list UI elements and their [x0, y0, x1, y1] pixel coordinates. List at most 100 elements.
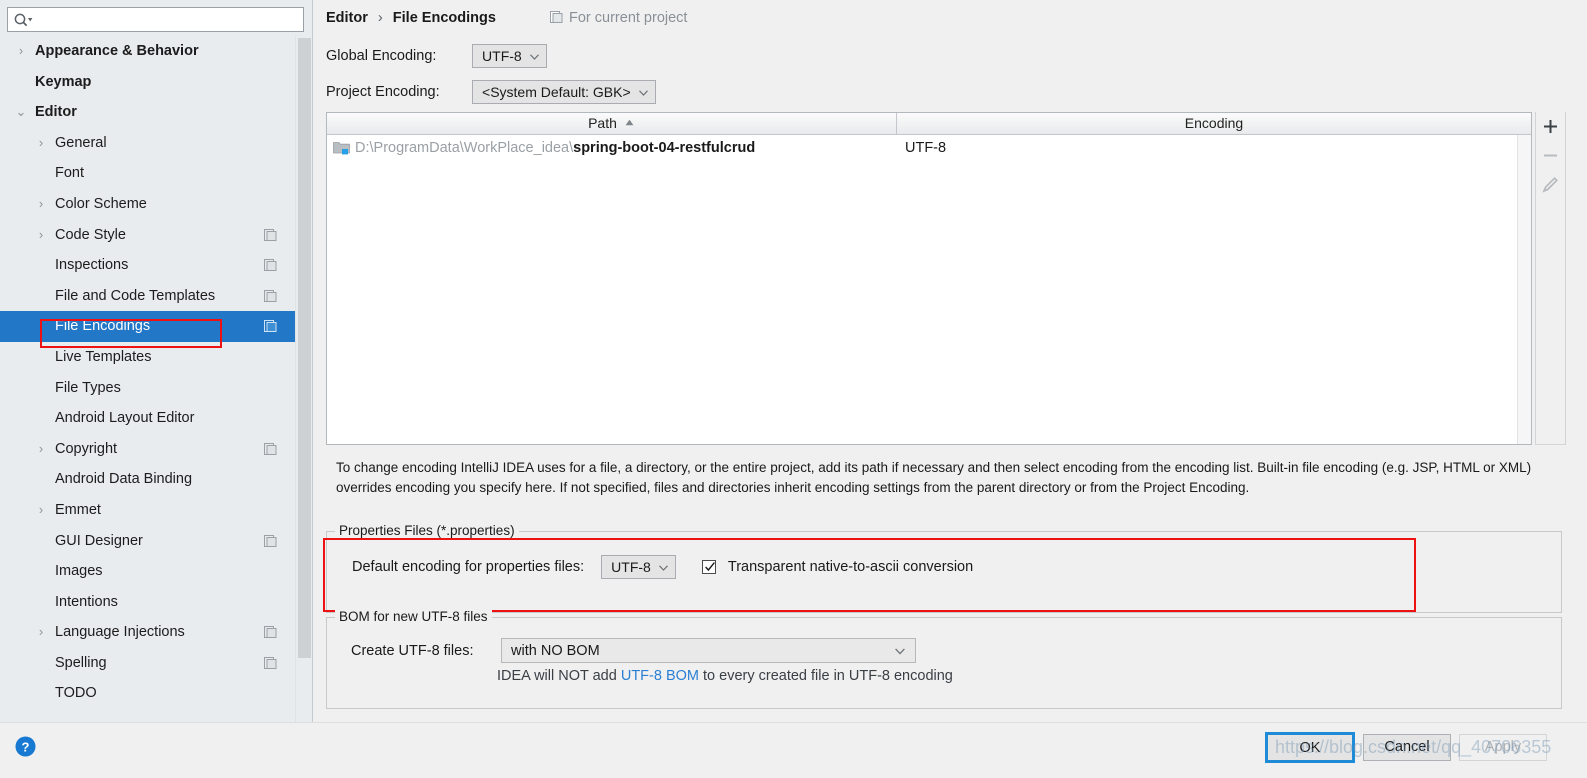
chevron-right-icon[interactable]: ›	[34, 220, 48, 251]
sheet-icon	[264, 289, 277, 302]
column-header-path[interactable]: Path	[327, 113, 895, 134]
column-header-path-label: Path	[588, 115, 617, 131]
sidebar-item-label: Font	[55, 165, 85, 182]
sidebar-item-todo[interactable]: TODO	[0, 678, 295, 709]
sidebar-item-label: Copyright	[55, 440, 118, 457]
table-header-row: Path Encoding	[327, 113, 1531, 135]
sidebar-item-label: File Types	[55, 379, 121, 396]
sheet-icon	[264, 259, 277, 272]
chevron-right-icon[interactable]: ›	[14, 36, 28, 67]
sidebar-item-emmet[interactable]: › Emmet	[0, 495, 295, 526]
table-row[interactable]: D:\ProgramData\WorkPlace_idea\spring-boo…	[327, 135, 1531, 161]
table-cell-path-prefix: D:\ProgramData\WorkPlace_idea\	[355, 140, 574, 156]
table-cell-path-name: spring-boot-04-restfulcrud	[573, 140, 756, 156]
sidebar-item-label: Code Style	[55, 226, 126, 243]
settings-sidebar: › Appearance & Behavior Keymap ⌄ Editor › Gene…	[0, 0, 313, 722]
sidebar-item-live-templates[interactable]: Live Templates	[0, 342, 295, 373]
search-input[interactable]	[34, 8, 299, 31]
global-encoding-value: UTF-8	[482, 48, 522, 64]
bom-create-combo[interactable]: with NO BOM	[501, 638, 917, 663]
sidebar-item-spelling[interactable]: Spelling	[0, 648, 295, 679]
bom-create-value: with NO BOM	[511, 643, 600, 659]
sidebar-scrollbar[interactable]	[295, 36, 312, 722]
sidebar-item-label: Android Layout Editor	[55, 410, 195, 427]
chevron-right-icon[interactable]: ›	[34, 128, 48, 159]
properties-encoding-combo[interactable]: UTF-8	[601, 555, 676, 579]
sidebar-item-keymap[interactable]: Keymap	[0, 67, 295, 98]
sheet-icon	[264, 656, 277, 669]
dialog-footer: ? OK Cancel Apply	[0, 722, 1587, 778]
table-cell-encoding[interactable]: UTF-8	[905, 135, 946, 161]
breadcrumb-parent[interactable]: Editor	[326, 10, 368, 26]
add-path-button[interactable]	[1536, 112, 1565, 141]
sidebar-item-file-and-code-templates[interactable]: File and Code Templates	[0, 281, 295, 312]
minus-icon	[1544, 154, 1557, 157]
sidebar-item-label: General	[55, 134, 107, 151]
chevron-right-icon[interactable]: ›	[34, 189, 48, 220]
sidebar-item-label: Color Scheme	[55, 195, 147, 212]
properties-files-group: Properties Files (*.properties) Default …	[326, 523, 1562, 613]
sidebar-item-general[interactable]: › General	[0, 128, 295, 159]
bom-create-label: Create UTF-8 files:	[351, 642, 474, 659]
encodings-table: Path Encoding D:\ProgramData\WorkPlace_i…	[326, 112, 1532, 445]
project-scope-text: For current project	[569, 10, 688, 26]
sidebar-item-android-data-binding[interactable]: Android Data Binding	[0, 464, 295, 495]
global-encoding-combo[interactable]: UTF-8	[472, 44, 547, 68]
sidebar-item-gui-designer[interactable]: GUI Designer	[0, 526, 295, 557]
sidebar-item-file-encodings[interactable]: File Encodings	[0, 311, 295, 342]
sidebar-item-label: Editor	[35, 104, 77, 121]
properties-files-group-title: Properties Files (*.properties)	[335, 523, 519, 538]
bom-note-link[interactable]: UTF-8 BOM	[621, 668, 699, 684]
sidebar-item-images[interactable]: Images	[0, 556, 295, 587]
search-box[interactable]	[7, 7, 304, 32]
native-to-ascii-checkbox[interactable]	[701, 560, 716, 575]
table-scrollbar[interactable]	[1517, 135, 1531, 444]
sidebar-item-label: Inspections	[55, 257, 129, 274]
sidebar-item-label: File Encodings	[55, 318, 151, 335]
sidebar-item-android-layout-editor[interactable]: Android Layout Editor	[0, 403, 295, 434]
cancel-button[interactable]: Cancel	[1363, 734, 1451, 761]
sidebar-item-editor[interactable]: ⌄ Editor	[0, 97, 295, 128]
column-header-encoding-label: Encoding	[1184, 115, 1244, 131]
bom-note: IDEA will NOT add UTF-8 BOM to every cre…	[497, 668, 953, 684]
native-to-ascii-label: Transparent native-to-ascii conversion	[727, 559, 974, 576]
chevron-down-icon[interactable]: ⌄	[14, 97, 28, 128]
ok-button[interactable]: OK	[1265, 732, 1355, 763]
column-header-encoding[interactable]: Encoding	[896, 113, 1531, 134]
chevron-down-icon	[895, 648, 905, 655]
bom-note-prefix: IDEA will NOT add	[497, 668, 621, 684]
settings-dialog: › Appearance & Behavior Keymap ⌄ Editor › Gene…	[0, 0, 1587, 778]
global-encoding-label: Global Encoding:	[326, 48, 437, 64]
sidebar-item-color-scheme[interactable]: › Color Scheme	[0, 189, 295, 220]
sheet-icon	[264, 228, 277, 241]
sidebar-item-label: GUI Designer	[55, 532, 143, 549]
sidebar-item-label: Images	[55, 563, 103, 580]
sidebar-item-font[interactable]: Font	[0, 158, 295, 189]
folder-icon	[333, 142, 350, 155]
table-toolbar	[1535, 112, 1566, 445]
sidebar-item-inspections[interactable]: Inspections	[0, 250, 295, 281]
sidebar-item-file-types[interactable]: File Types	[0, 373, 295, 404]
breadcrumb-current: File Encodings	[392, 10, 496, 26]
help-icon[interactable]: ?	[15, 736, 36, 757]
sidebar-scrollbar-thumb[interactable]	[298, 38, 311, 658]
sidebar-item-language-injections[interactable]: › Language Injections	[0, 617, 295, 648]
chevron-right-icon[interactable]: ›	[34, 617, 48, 648]
remove-path-button[interactable]	[1536, 141, 1565, 170]
sidebar-item-intentions[interactable]: Intentions	[0, 587, 295, 618]
sidebar-item-code-style[interactable]: › Code Style	[0, 220, 295, 251]
plus-icon	[1544, 120, 1557, 133]
global-encoding-row: Global Encoding: UTF-8	[326, 44, 547, 68]
project-encoding-combo[interactable]: <System Default: GBK>	[472, 80, 656, 104]
project-encoding-label: Project Encoding:	[326, 84, 440, 100]
settings-tree: › Appearance & Behavior Keymap ⌄ Editor › Gene…	[0, 36, 295, 722]
sheet-icon	[264, 442, 277, 455]
chevron-right-icon[interactable]: ›	[34, 495, 48, 526]
search-icon	[14, 13, 33, 27]
sidebar-item-copyright[interactable]: › Copyright	[0, 434, 295, 465]
native-to-ascii-checkbox-wrap[interactable]: Transparent native-to-ascii conversion	[701, 559, 974, 576]
sidebar-item-appearance-behavior[interactable]: › Appearance & Behavior	[0, 36, 295, 67]
chevron-right-icon[interactable]: ›	[34, 434, 48, 465]
check-icon	[704, 562, 715, 572]
edit-path-button[interactable]	[1536, 170, 1565, 199]
